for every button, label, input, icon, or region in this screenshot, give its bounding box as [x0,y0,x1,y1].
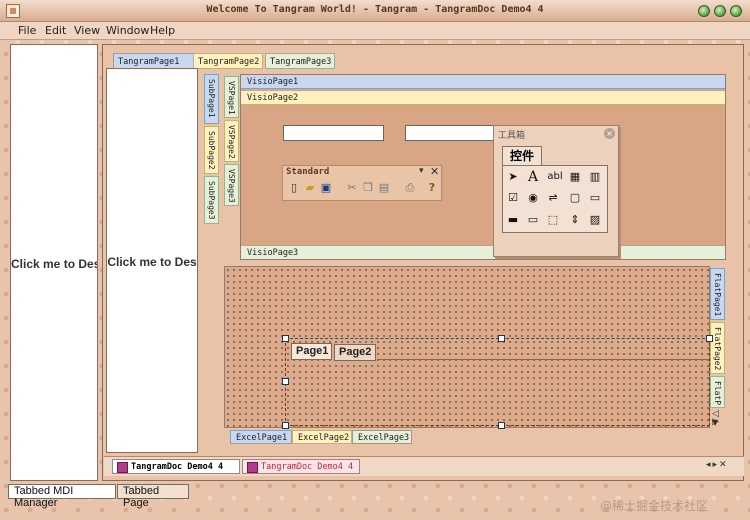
scrollbar-icon[interactable]: ▭ [587,190,603,206]
tab-flatpage3[interactable]: FlatP [710,376,725,408]
spin-icon[interactable]: ⬚ [545,212,561,228]
dropdown-arrow-icon[interactable]: ▾ [419,166,424,176]
toolbox-title: 工具箱 [498,131,526,141]
listbox-icon[interactable]: ▢ [567,190,583,206]
standard-toolbar-title: Standard [286,167,330,177]
tab-flatpage2-label: FlatPage2 [713,327,722,371]
close-button[interactable] [730,5,742,17]
tabstrip-icon[interactable]: ▭ [525,212,541,228]
tab-vspage2[interactable]: VSPage2 [224,120,239,162]
standard-toolbar[interactable]: Standard ▾ ✕ ▯ ▰ ▣ ✂ ❐ ▤ ⎙ ? [282,165,442,201]
spinbutton-icon[interactable]: ⇕ [567,212,583,228]
menu-edit[interactable]: Edit [45,24,66,37]
open-folder-icon[interactable]: ▰ [303,181,317,195]
print-icon[interactable]: ⎙ [403,181,417,195]
resize-handle[interactable] [282,422,289,429]
down-arrow-icon[interactable]: ▼ [712,418,718,427]
frame-icon[interactable]: ▦ [567,169,583,185]
menu-window[interactable]: Window [106,24,149,37]
toolbox-grid: ➤ A abl ▦ ▥ ☑ ◉ ⇌ ▢ ▭ ▬ ▭ ⬚ ⇕ ▨ [502,165,608,233]
document-icon [117,462,128,473]
tab-vspage2-label: VSPage2 [227,125,236,159]
toolbox-close-icon[interactable]: × [604,128,615,139]
inner-pane-label[interactable]: Click me to Des [107,255,197,269]
toolbox-panel[interactable]: 工具箱 × 控件 ➤ A abl ▦ ▥ ☑ ◉ ⇌ ▢ ▭ ▬ ▭ ⬚ ⇕ ▨ [493,125,619,257]
tab-vspage1[interactable]: VSPage1 [224,76,239,118]
document-tab-bar: TangramDoc Demo4 4 TangramDoc Demo4 4 ◂▸… [104,456,744,476]
toolbox-tab-controls[interactable]: 控件 [502,146,542,165]
menu-view[interactable]: View [74,24,100,37]
resize-handle[interactable] [282,378,289,385]
doc-tab-2[interactable]: TangramDoc Demo4 4 [242,459,360,474]
cut-icon[interactable]: ✂ [345,181,359,195]
resize-handle[interactable] [498,422,505,429]
textbox-icon[interactable]: abl [545,169,565,185]
tab-tabbed-page[interactable]: Tabbed Page [117,484,189,509]
text-input-1[interactable] [283,125,384,141]
combobox-icon[interactable]: ⇌ [545,190,561,206]
tab-vspage1-label: VSPage1 [227,81,236,115]
tab-excelpage1[interactable]: ExcelPage1 [230,430,292,444]
button-icon[interactable]: ▥ [587,169,603,185]
tab-visiopage3[interactable]: VisioPage3 [241,245,725,259]
tab-subpage3[interactable]: SubPage3 [204,176,219,224]
tab-vspage3[interactable]: VSPage3 [224,164,239,206]
tab-flatpage3-label: FlatP [713,381,722,406]
resize-handle[interactable] [282,335,289,342]
pointer-icon[interactable]: ➤ [505,169,521,185]
inner-pane[interactable]: Click me to Des [106,68,198,453]
help-icon[interactable]: ? [425,181,439,195]
tab-flatpage2[interactable]: FlatPage2 [710,322,725,374]
maximize-button[interactable] [714,5,726,17]
label-icon[interactable]: A [525,169,541,185]
save-icon[interactable]: ▣ [319,181,333,195]
new-file-icon[interactable]: ▯ [287,181,301,195]
left-pane-label[interactable]: Click me to Des [11,257,97,271]
doc-tab-2-label: TangramDoc Demo4 4 [261,462,354,472]
tab-page2[interactable]: Page2 [334,344,376,361]
tab-tangrampage3[interactable]: TangramPage3 [265,53,335,69]
checkbox-icon[interactable]: ☑ [505,190,521,206]
tab-flatpage1-label: FlatPage1 [713,273,722,317]
tab-divider [378,359,708,360]
paste-icon[interactable]: ▤ [377,181,391,195]
tab-page1[interactable]: Page1 [291,343,332,360]
close-icon[interactable]: ✕ [430,165,439,178]
document-icon [247,462,258,473]
hscroll-icon[interactable]: ▬ [505,212,521,228]
doc-tab-nav-icon[interactable]: ◂▸✕ [706,460,729,470]
title-bar: Welcome To Tangram World! - Tangram - Ta… [0,0,750,22]
resize-handle[interactable] [498,335,505,342]
tab-visiopage1[interactable]: VisioPage1 [241,75,725,89]
doc-tab-1-label: TangramDoc Demo4 4 [131,462,224,472]
menu-help[interactable]: Help [150,24,175,37]
menu-file[interactable]: File [18,24,36,37]
resize-handle[interactable] [706,335,713,342]
image-icon[interactable]: ▨ [587,212,603,228]
tab-tangrampage1[interactable]: TangramPage1 [113,53,201,69]
radio-icon[interactable]: ◉ [525,190,541,206]
tab-excelpage3[interactable]: ExcelPage3 [352,430,412,444]
tab-flatpage1[interactable]: FlatPage1 [710,268,725,320]
copy-icon[interactable]: ❐ [361,181,375,195]
tab-tangrampage2[interactable]: TangramPage2 [193,53,263,69]
window-title: Welcome To Tangram World! - Tangram - Ta… [206,4,544,15]
tab-subpage2[interactable]: SubPage2 [204,126,219,174]
watermark: @稀土掘金技术社区 [600,499,709,513]
tab-vspage3-label: VSPage3 [227,169,236,203]
doc-tab-1[interactable]: TangramDoc Demo4 4 [112,459,240,474]
minimize-button[interactable] [698,5,710,17]
menu-bar: File Edit View Window Help [0,22,750,40]
tab-excelpage2[interactable]: ExcelPage2 [292,430,352,444]
tab-subpage3-label: SubPage3 [207,181,216,220]
tab-subpage1[interactable]: SubPage1 [204,74,219,124]
tab-subpage2-label: SubPage2 [207,131,216,170]
text-input-2[interactable] [405,125,495,141]
left-pane[interactable]: Click me to Des [10,44,98,481]
tab-mdi-manager[interactable]: Tabbed MDI Manager [8,484,116,509]
tab-subpage1-label: SubPage1 [207,79,216,118]
tab-visiopage2[interactable]: VisioPage2 [241,91,725,105]
